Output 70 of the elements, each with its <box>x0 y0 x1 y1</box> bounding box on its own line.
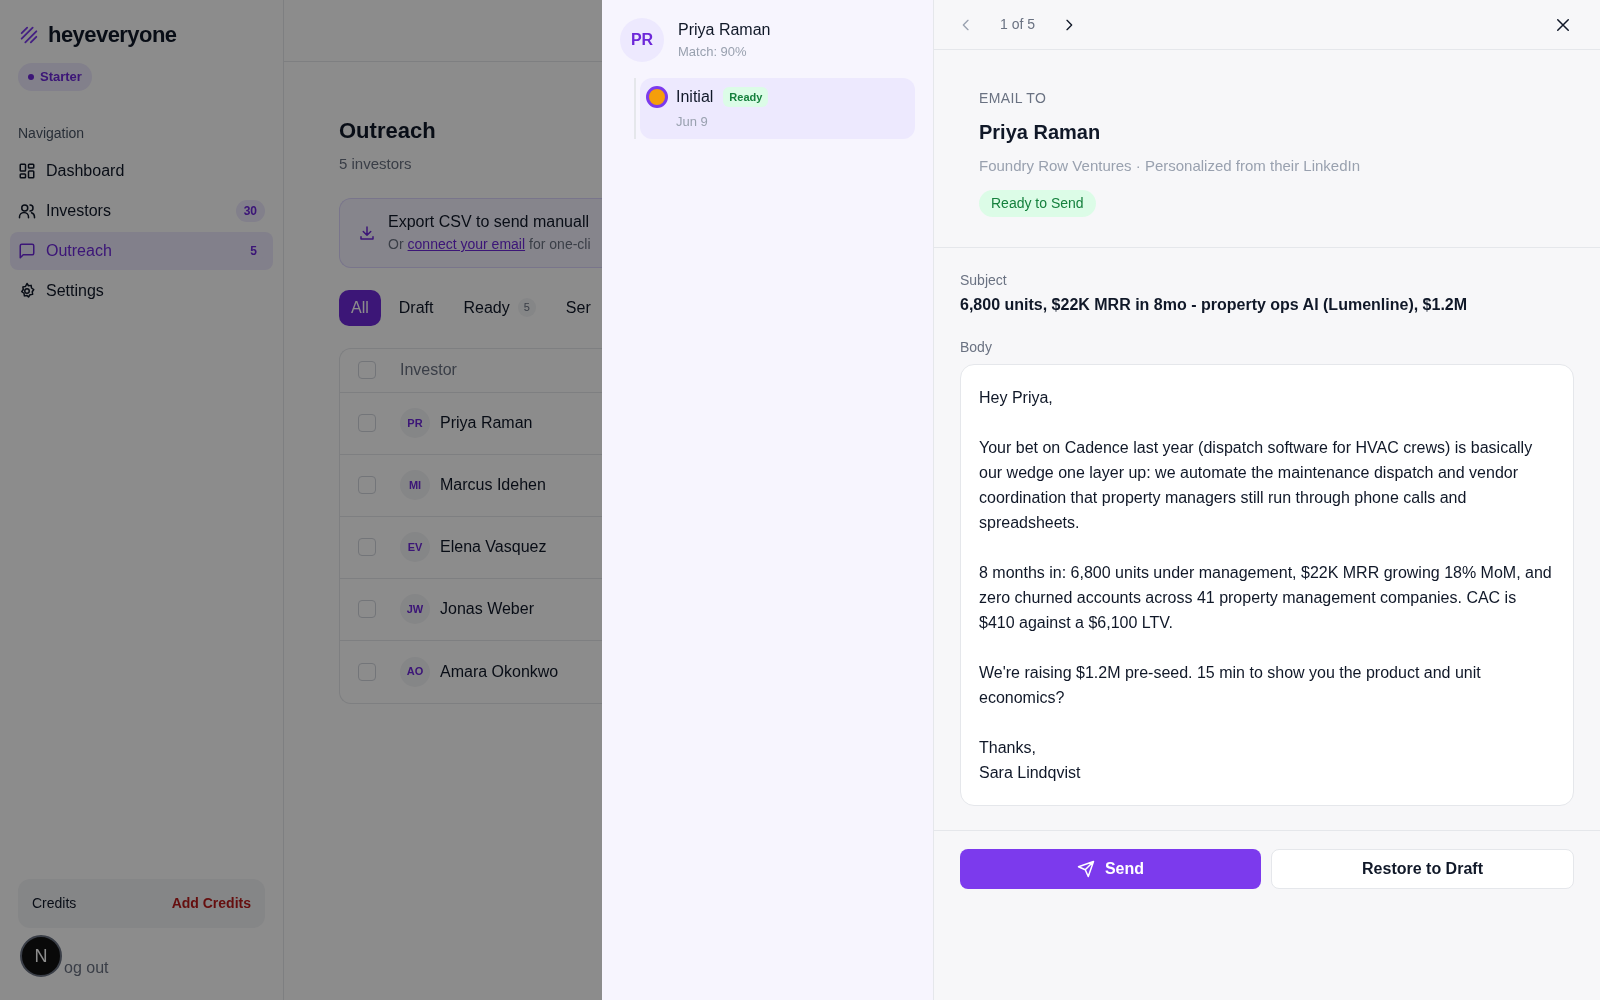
field-label: Subject <box>960 270 1008 290</box>
credits-label: Credits <box>32 894 77 913</box>
count-badge: 30 <box>235 199 265 222</box>
chat-bubble-icon <box>18 241 36 260</box>
nav-item[interactable]: Settings <box>10 271 273 310</box>
recipient-name: Priya Raman <box>979 120 1102 145</box>
investor-name: Priya Raman <box>678 20 771 41</box>
body-paragraph: We're raising $1.2M pre-seed. 15 min to show you the product and unit economics? <box>979 662 1482 708</box>
avatar: AO <box>400 656 430 687</box>
body-paragraph: Thanks, Sara Lindqvist <box>979 737 1082 783</box>
match-score: Match: 90% <box>678 43 748 62</box>
grid-icon <box>18 161 36 180</box>
paper-plane-icon <box>1076 859 1095 878</box>
filter-tab[interactable]: Ready 5 <box>451 289 548 326</box>
count-badge: 5 <box>517 298 536 317</box>
email-body-field[interactable] <box>960 363 1574 806</box>
row-checkbox[interactable] <box>358 476 376 494</box>
page-subtitle: 5 investors <box>339 154 413 174</box>
nav-item[interactable]: Investors 30 <box>10 191 273 230</box>
dev-tools-button[interactable]: N <box>20 935 62 977</box>
body-paragraph: Your bet on Cadence last year (dispatch software for HVAC crews) is basically our wedge one layer up: we automate the maintenance dispatch and vendor coordination that property managers still run through phone calls and spreadsheets. <box>979 437 1534 533</box>
row-checkbox[interactable] <box>358 538 376 556</box>
hint-text: Or <box>388 235 404 254</box>
row-checkbox[interactable] <box>358 414 376 432</box>
row-checkbox[interactable] <box>358 662 376 681</box>
eyebrow-label: EMAIL TO <box>979 89 1048 108</box>
investor-name: Marcus Idehen <box>440 475 546 495</box>
investor-name: Amara Okonkwo <box>440 661 559 682</box>
avatar: PR <box>620 18 664 62</box>
select-all-checkbox[interactable] <box>358 361 376 379</box>
page-title: Outreach <box>339 117 437 145</box>
export-title: Export CSV to send manuall <box>388 212 590 232</box>
investor-name: Jonas Weber <box>440 599 534 619</box>
sequence-step[interactable]: Initial Ready Jun 9 <box>640 78 915 139</box>
hint-text: for one-cli <box>529 235 591 254</box>
step-date: Jun 9 <box>676 113 709 131</box>
filter-tab[interactable]: All <box>339 289 381 326</box>
body-paragraph: 8 months in: 6,800 units under management, $22K MRR growing 18% MoM, and zero churned accounts across 41 property management companies. CAC is $410 against a $6,100 LTV. <box>979 562 1553 633</box>
download-icon <box>358 223 376 242</box>
avatar: JW <box>400 594 430 624</box>
status-badge: Ready <box>723 86 769 108</box>
investor-name: Elena Vasquez <box>440 537 547 557</box>
filter-tab[interactable]: Draft <box>386 289 446 326</box>
gear-icon <box>18 281 36 300</box>
column-header: Investor <box>400 360 457 380</box>
plan-badge: Starter <box>18 63 92 91</box>
connect-email-link[interactable]: connect your email <box>407 234 526 255</box>
row-checkbox[interactable] <box>358 600 376 618</box>
section-label: Navigation <box>17 123 86 143</box>
log-out-link[interactable]: og out <box>64 956 109 980</box>
page-counter: 1 of 5 <box>1000 15 1036 34</box>
field-label: Body <box>960 337 993 357</box>
avatar: PR <box>400 408 430 438</box>
users-icon <box>18 201 36 220</box>
subject-line: 6,800 units, $22K MRR in 8mo - property ops AI (Lumenline), $1.2M <box>960 294 1469 315</box>
recipient-meta: Foundry Row Ventures · Personalized from their LinkedIn <box>979 156 1362 176</box>
restore-draft-button[interactable]: Restore to Draft <box>1271 848 1574 889</box>
body-paragraph: Hey Priya, <box>979 387 1054 408</box>
avatar: EV <box>400 532 430 562</box>
send-button[interactable]: Send <box>960 848 1261 889</box>
nav-item[interactable]: Dashboard <box>10 151 273 190</box>
backdrop-overlay[interactable] <box>0 0 602 1000</box>
add-credits-link[interactable]: Add Credits <box>171 893 251 914</box>
step-name: Initial <box>676 87 714 107</box>
investor-name: Priya Raman <box>440 413 533 433</box>
nav-item[interactable]: Outreach 5 <box>10 231 273 270</box>
avatar: MI <box>400 470 430 500</box>
brand-name: heyeveryone <box>48 21 177 49</box>
status-badge: Ready to Send <box>979 189 1096 217</box>
filter-tab[interactable]: Ser <box>553 289 602 326</box>
